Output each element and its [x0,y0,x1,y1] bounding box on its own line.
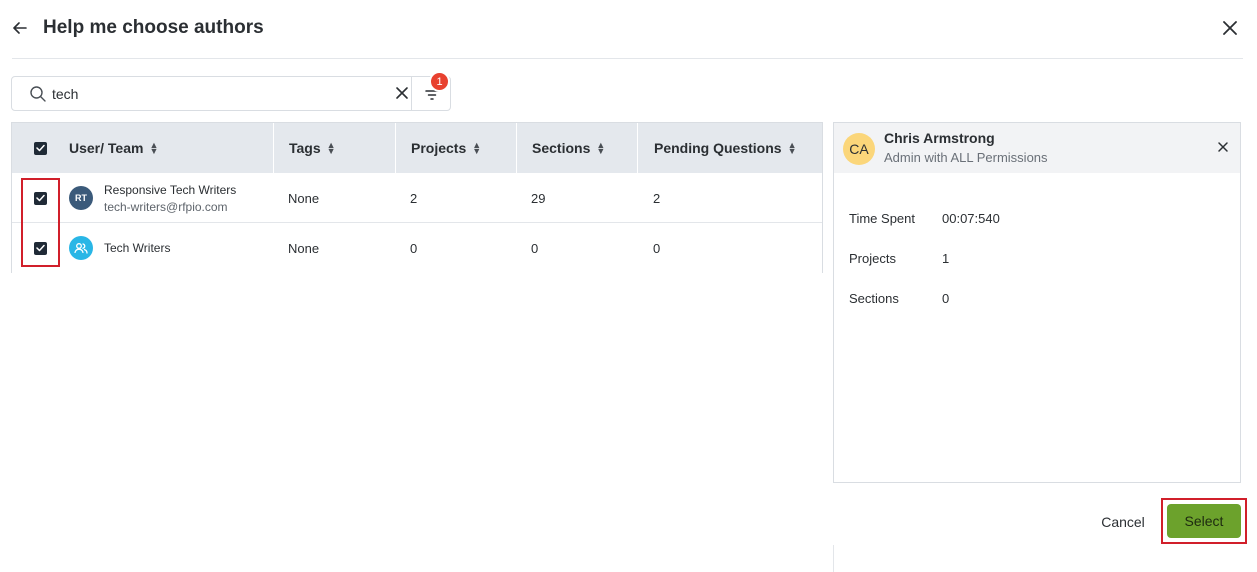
user-detail-panel: CA Chris Armstrong Admin with ALL Permis… [833,122,1241,483]
column-tags[interactable]: Tags ▲ ▼ [289,123,336,173]
team-icon [69,236,93,260]
clear-search-icon[interactable] [395,86,409,100]
sections-cell: 29 [531,190,546,206]
search-box [11,76,412,111]
user-email: tech-writers@rfpio.com [104,199,228,214]
sort-icon: ▲ ▼ [326,140,336,156]
filter-count-badge: 1 [429,71,450,92]
avatar: RT [69,186,93,210]
table-header: User/ Team ▲ ▼ Tags ▲ ▼ Projects ▲ ▼ Sectio… [12,123,822,173]
stat-label: Projects [849,251,896,266]
team-name: Tech Writers [104,241,171,255]
select-all-checkbox[interactable] [34,141,47,155]
sort-icon: ▲ ▼ [472,140,482,156]
column-sections[interactable]: Sections ▲ ▼ [532,123,605,173]
projects-cell: 2 [410,190,418,206]
column-label: Tags [289,140,321,156]
detail-user-name: Chris Armstrong [884,130,995,146]
column-divider [516,123,517,173]
column-pending-questions[interactable]: Pending Questions ▲ ▼ [654,123,797,173]
tags-cell: None [288,240,320,256]
avatar: CA [843,133,875,165]
column-user-team[interactable]: User/ Team ▲ ▼ [69,123,158,173]
page-title: Help me choose authors [43,17,264,38]
stat-value: 1 [942,251,950,266]
detail-user-role: Admin with ALL Permissions [884,150,1048,165]
search-input[interactable] [52,84,392,104]
column-label: Projects [411,140,467,156]
table-row[interactable]: Tech Writers None 0 0 0 [12,223,822,273]
select-highlight-annotation [1161,498,1247,544]
sections-cell: 0 [531,240,539,256]
column-projects[interactable]: Projects ▲ ▼ [411,123,481,173]
select-all-checkbox-cell[interactable] [34,123,47,173]
pending-questions-cell: 0 [653,240,661,256]
column-label: User/ Team [69,140,144,156]
dialog-header: Help me choose authors [0,0,1257,58]
stat-label: Time Spent [849,211,915,226]
tags-cell: None [288,190,320,206]
user-cell: Tech Writers [69,223,170,273]
column-divider [273,123,274,173]
user-name: Responsive Tech Writers [104,182,237,197]
authors-table: User/ Team ▲ ▼ Tags ▲ ▼ Projects ▲ ▼ Sectio… [11,122,823,273]
cancel-button[interactable]: Cancel [1094,511,1152,533]
sort-icon: ▲ ▼ [787,140,797,156]
back-arrow-icon[interactable] [10,18,30,38]
column-divider [637,123,638,173]
user-cell: RT Responsive Tech Writers tech-writers@… [69,173,236,223]
divider [833,545,834,572]
sort-icon: ▲ ▼ [596,140,606,156]
column-divider [395,123,396,173]
search-icon [29,85,47,103]
column-label: Sections [532,140,591,156]
column-label: Pending Questions [654,140,782,156]
projects-cell: 0 [410,240,418,256]
header-divider [12,58,1243,59]
table-row[interactable]: RT Responsive Tech Writers tech-writers@… [12,173,822,223]
stat-value: 0 [942,291,950,306]
stat-value: 00:07:540 [942,211,1000,226]
close-panel-icon[interactable] [1217,140,1229,152]
close-icon[interactable] [1219,17,1241,39]
panel-header: CA Chris Armstrong Admin with ALL Permis… [834,123,1240,173]
stat-label: Sections [849,291,899,306]
checkbox-highlight-annotation [21,178,60,267]
pending-questions-cell: 2 [653,190,661,206]
sort-icon: ▲ ▼ [149,140,159,156]
